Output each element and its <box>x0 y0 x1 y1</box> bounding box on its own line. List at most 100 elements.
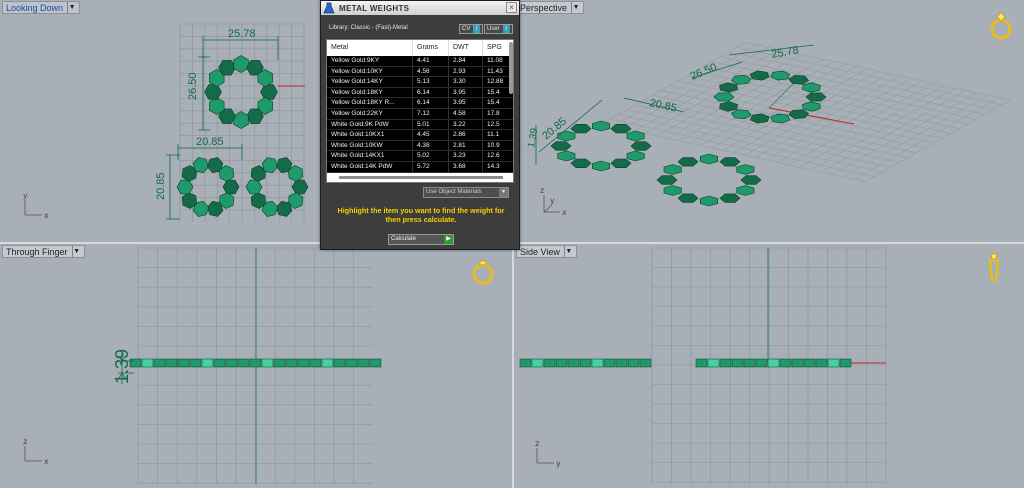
profile-segment <box>719 358 732 368</box>
profile-segment <box>543 358 556 368</box>
chevron-down-icon[interactable]: ▼ <box>71 246 81 257</box>
ring-link <box>626 150 645 162</box>
chevron-down-icon[interactable]: ▼ <box>571 2 580 13</box>
table-cell: 6.14 <box>413 98 449 108</box>
cv-toggle[interactable]: CV i <box>459 24 484 34</box>
axis-x-label: x <box>44 457 49 466</box>
profile-segment <box>755 358 768 368</box>
close-icon[interactable]: × <box>506 2 517 13</box>
app-root: 25.78 26.50 20.85 20.85 y x Looking Down… <box>0 0 1024 488</box>
profile-segment <box>627 358 640 368</box>
ring-link <box>570 124 592 134</box>
grid-line <box>854 97 1000 180</box>
profile-segment <box>309 358 322 368</box>
table-row[interactable]: White Gold:9K PdW 5.01 3.22 12.5 <box>327 119 513 131</box>
table-cell: 3.22 <box>449 119 483 130</box>
viewport-through-finger[interactable]: 1.39 z x Through Finger ▼ <box>0 244 512 488</box>
viewport-through-finger-canvas[interactable]: 1.39 z x <box>0 244 512 488</box>
ring-link <box>630 141 652 151</box>
grid-line <box>810 87 956 170</box>
dialog-titlebar[interactable]: METAL WEIGHTS × <box>321 1 519 15</box>
profile-segment <box>815 358 828 368</box>
viewport-perspective-canvas[interactable]: 26.50 25.78 20.85 20.85 1.39 z y x <box>514 0 1024 242</box>
column-header-dwt[interactable]: DWT <box>449 40 483 56</box>
table-row[interactable]: White Gold:10KX1 4.45 2.86 11.1 <box>327 130 513 141</box>
table-row[interactable]: Yellow Gold:18KY R... 6.14 3.95 15.4 <box>327 98 513 109</box>
table-body: Yellow Gold:9KY 4.41 2.84 11.08 Yellow Gold:… <box>327 56 513 173</box>
chevron-down-icon[interactable]: ▼ <box>67 2 76 13</box>
viewport-side-view[interactable]: z y Side View ▼ <box>514 244 1024 488</box>
use-object-materials-label: Use Object Materials <box>426 189 482 195</box>
table-row[interactable]: Yellow Gold:9KY 4.41 2.84 11.08 <box>327 56 513 67</box>
ring-link <box>656 175 678 185</box>
flask-icon <box>321 1 337 15</box>
profile-segment <box>153 358 166 368</box>
viewport-title-label: Perspective <box>520 2 568 13</box>
table-row[interactable]: White Gold:14K PdW 5.72 3.68 14.3 <box>327 161 513 173</box>
ring-small-left-3d[interactable] <box>550 120 652 172</box>
profile-segment <box>839 358 852 368</box>
profile-segment <box>695 358 708 368</box>
table-cell: Yellow Gold:18KY <box>327 87 413 98</box>
ring-icon-graphic <box>988 253 1000 281</box>
table-row[interactable]: Yellow Gold:14KY 5.13 3.30 12.88 <box>327 77 513 88</box>
viewport-title-looking-down[interactable]: Looking Down ▼ <box>2 1 81 14</box>
ring-link <box>233 55 249 73</box>
table-vertical-scrollbar[interactable] <box>509 42 513 94</box>
ring-icon[interactable] <box>984 250 1010 284</box>
grid-line <box>667 56 813 139</box>
profile-segment <box>369 358 382 368</box>
user-toggle[interactable]: User i <box>484 24 513 34</box>
ring-small-right-3d[interactable] <box>656 153 762 207</box>
table-cell: Yellow Gold:22KY <box>327 108 413 119</box>
ring-link <box>749 113 770 124</box>
column-header-grams[interactable]: Grams <box>413 40 449 56</box>
table-row[interactable]: White Gold:10KW 4.38 2.81 10.9 <box>327 140 513 152</box>
ring-link <box>626 130 645 142</box>
profile-segment <box>237 358 250 368</box>
metal-table[interactable]: Metal Grams DWT SPG Yellow Gold:9KY 4.41 2… <box>326 39 514 183</box>
table-cell: 3.95 <box>449 87 483 98</box>
chevron-down-icon: ▾ <box>499 188 508 197</box>
ring-link <box>592 160 610 172</box>
use-object-materials-dropdown[interactable]: Use Object Materials ▾ <box>423 187 509 198</box>
axis-z-label: z <box>535 439 539 448</box>
viewport-perspective[interactable]: 26.50 25.78 20.85 20.85 1.39 z y x Persp… <box>514 0 1024 242</box>
cv-label: CV <box>462 26 471 32</box>
table-row[interactable]: White Gold:14KX1 5.02 3.23 12.6 <box>327 151 513 162</box>
library-label: Library: Classic - (Fast)-Metal <box>329 25 408 31</box>
profile-segment <box>743 358 756 368</box>
viewport-title-through-finger[interactable]: Through Finger ▼ <box>2 245 85 258</box>
chevron-down-icon[interactable]: ▼ <box>563 246 573 257</box>
ring-small-right[interactable] <box>245 157 309 217</box>
table-row[interactable]: Yellow Gold:18KY 6.14 3.95 15.4 <box>327 87 513 99</box>
ring-link <box>610 158 632 168</box>
ring-icon[interactable] <box>470 256 496 290</box>
table-horizontal-scrollbar[interactable] <box>339 176 503 179</box>
ring-profile-side[interactable] <box>519 358 852 368</box>
ring-link <box>291 179 309 195</box>
viewport-title-perspective[interactable]: Perspective ▼ <box>516 1 585 14</box>
ring-link <box>570 158 592 168</box>
table-row[interactable]: Yellow Gold:22KY 7.12 4.58 17.8 <box>327 108 513 120</box>
table-row[interactable]: Yellow Gold:10KY 4.56 2.93 11.43 <box>327 66 513 78</box>
column-header-metal[interactable]: Metal <box>327 40 413 56</box>
axis-z-label: z <box>23 437 27 446</box>
ring-profile-flat[interactable] <box>129 358 382 368</box>
table-cell: 4.58 <box>449 108 483 119</box>
profile-segment <box>273 358 286 368</box>
profile-segment <box>141 358 154 368</box>
viewport-side-view-canvas[interactable]: z y <box>514 244 1024 488</box>
axis-y-label: y <box>23 191 28 200</box>
profile-segment <box>519 358 532 368</box>
profile-segment <box>249 358 262 368</box>
ring-link <box>677 157 699 167</box>
viewport-title-side-view[interactable]: Side View ▼ <box>516 245 577 258</box>
calculate-button[interactable]: Calculate ▶ <box>388 234 454 245</box>
ring-icon[interactable] <box>988 8 1014 42</box>
ring-link <box>261 157 279 174</box>
profile-segment <box>579 358 592 368</box>
ring-link <box>802 82 821 93</box>
table-cell: White Gold:14K PdW <box>327 161 413 172</box>
table-cell: Yellow Gold:18KY R... <box>327 98 413 108</box>
